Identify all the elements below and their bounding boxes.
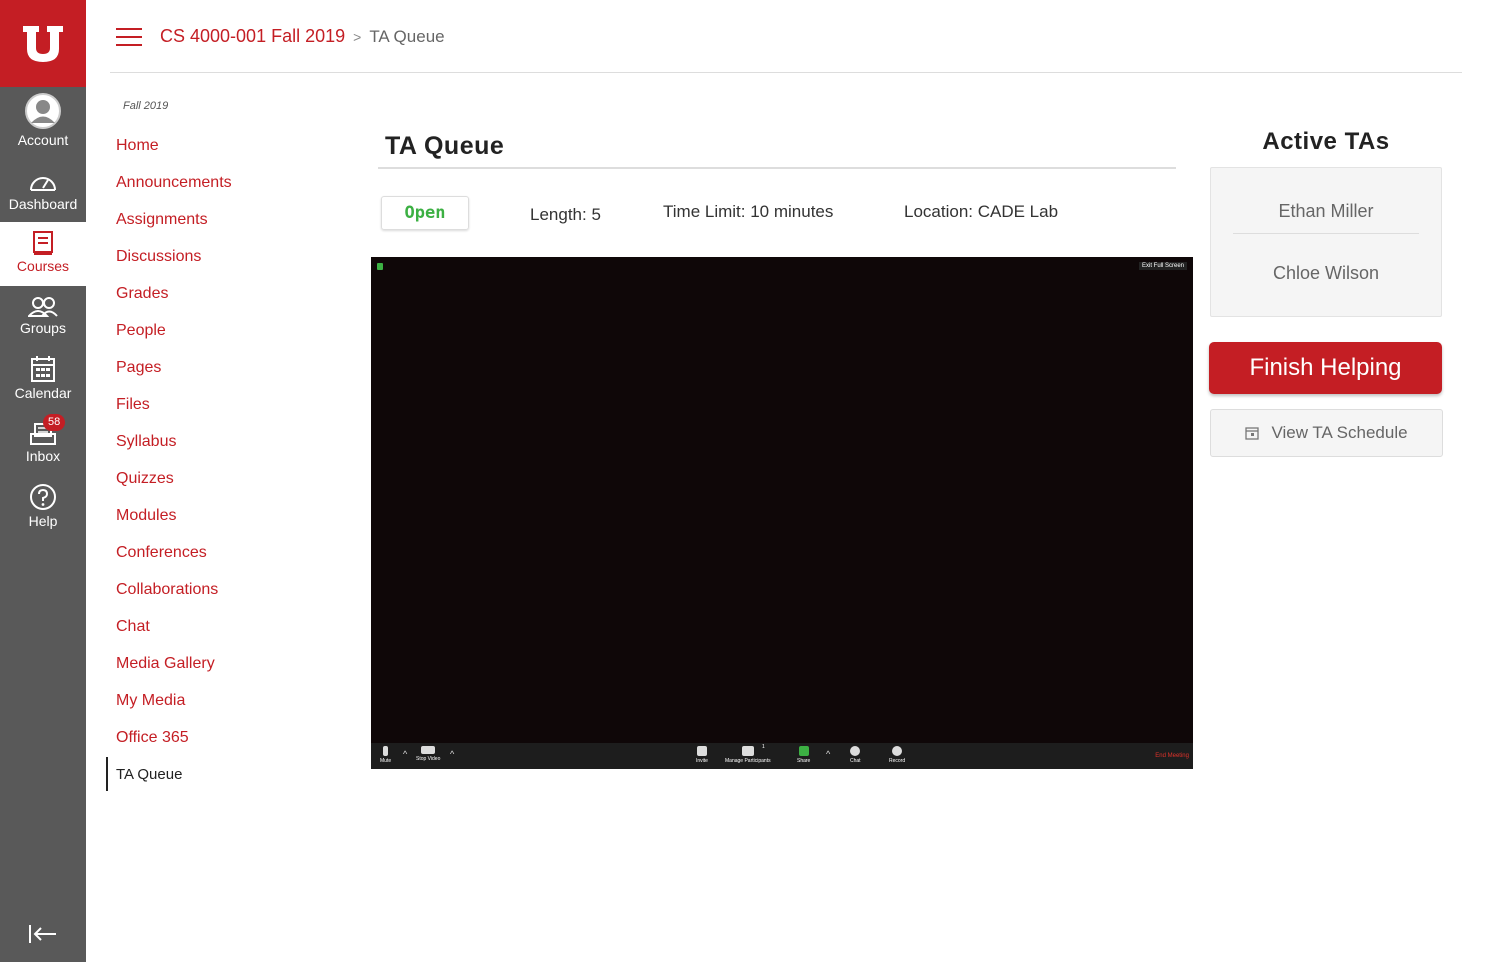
active-ta-list: Ethan Miller Chloe Wilson: [1210, 167, 1442, 317]
queue-location: Location: CADE Lab: [904, 202, 1059, 221]
exit-full-screen-button[interactable]: Exit Full Screen: [1138, 262, 1187, 270]
calendar-icon: [31, 356, 55, 382]
global-nav-help[interactable]: Help: [0, 483, 86, 529]
view-ta-schedule-button[interactable]: View TA Schedule: [1210, 409, 1443, 457]
queue-length: Length: 5: [530, 205, 601, 224]
video-options-caret[interactable]: ^: [450, 749, 454, 759]
global-nav-label: Groups: [20, 320, 66, 336]
ta-divider: [1233, 233, 1419, 234]
caret-up-icon: ^: [403, 749, 408, 759]
global-nav-calendar[interactable]: Calendar: [0, 355, 86, 401]
global-nav-label: Help: [28, 513, 58, 529]
global-nav-courses[interactable]: Courses: [0, 222, 86, 286]
breadcrumb-course-link[interactable]: CS 4000-001 Fall 2019: [160, 26, 345, 47]
courses-icon: [33, 231, 53, 255]
inbox-badge: 58: [43, 414, 66, 431]
global-nav-inbox[interactable]: 58 Inbox: [0, 414, 86, 464]
course-nav-discussions[interactable]: Discussions: [116, 243, 232, 280]
active-tas-heading: Active TAs: [1262, 128, 1390, 155]
encryption-lock-icon: [377, 263, 383, 270]
course-nav-syllabus[interactable]: Syllabus: [116, 428, 232, 465]
share-screen-icon: [798, 746, 809, 756]
course-nav-my-media[interactable]: My Media: [116, 687, 232, 724]
video-camera-icon: [421, 746, 436, 754]
record-label: Record: [889, 758, 906, 764]
account-icon: [25, 93, 61, 129]
chat-button[interactable]: Chat: [850, 746, 861, 764]
view-ta-schedule-label: View TA Schedule: [1271, 423, 1408, 442]
course-nav-home[interactable]: Home: [116, 132, 232, 169]
course-nav-quizzes[interactable]: Quizzes: [116, 465, 232, 502]
course-nav-announcements[interactable]: Announcements: [116, 169, 232, 206]
invite-icon: [696, 746, 707, 756]
dashboard-icon: [30, 177, 56, 191]
caret-up-icon: ^: [826, 749, 831, 759]
share-button[interactable]: Share: [797, 746, 810, 764]
groups-icon: [28, 297, 58, 317]
caret-up-icon: ^: [450, 749, 455, 759]
mute-label: Mute: [380, 758, 392, 764]
university-logo[interactable]: [0, 0, 86, 87]
course-nav-ta-queue[interactable]: TA Queue: [106, 757, 232, 798]
microphone-icon: [383, 746, 389, 756]
course-nav-office-365[interactable]: Office 365: [116, 724, 232, 761]
breadcrumb-separator-icon: >: [353, 28, 362, 45]
course-nav-media-gallery[interactable]: Media Gallery: [116, 650, 232, 687]
invite-button[interactable]: Invite: [696, 746, 708, 764]
mute-button[interactable]: Mute: [380, 746, 391, 764]
calendar-icon: [1245, 427, 1260, 440]
participants-icon: [741, 746, 754, 756]
stop-video-label: Stop Video: [416, 756, 441, 762]
header-divider: [110, 72, 1462, 73]
course-nav-modules[interactable]: Modules: [116, 502, 232, 539]
course-nav: Home Announcements Assignments Discussio…: [106, 132, 232, 798]
collapse-nav-icon[interactable]: [28, 922, 58, 946]
share-options-caret[interactable]: ^: [826, 749, 830, 759]
record-icon: [892, 746, 903, 756]
share-label: Share: [797, 758, 811, 764]
course-term: Fall 2019: [123, 100, 169, 112]
hamburger-menu-icon[interactable]: [116, 28, 142, 48]
breadcrumb-current: TA Queue: [369, 26, 445, 46]
course-nav-assignments[interactable]: Assignments: [116, 206, 232, 243]
course-nav-files[interactable]: Files: [116, 391, 232, 428]
course-nav-grades[interactable]: Grades: [116, 280, 232, 317]
breadcrumb: CS 4000-001 Fall 2019 > TA Queue: [160, 26, 445, 47]
participants-count: 1: [762, 744, 765, 750]
video-call-window[interactable]: Exit Full Screen Mute ^ Stop Video ^ Inv…: [371, 257, 1193, 769]
stop-video-button[interactable]: Stop Video: [416, 746, 440, 762]
invite-label: Invite: [696, 758, 708, 764]
video-toolbar: Mute ^ Stop Video ^ Invite Manage Partic…: [371, 743, 1193, 769]
global-nav-groups[interactable]: Groups: [0, 296, 86, 336]
title-divider: [378, 167, 1176, 169]
global-nav: Account Dashboard Courses Groups Calenda…: [0, 0, 86, 962]
global-nav-label: Inbox: [25, 448, 61, 464]
course-nav-people[interactable]: People: [116, 317, 232, 354]
global-nav-dashboard[interactable]: Dashboard: [0, 170, 86, 212]
queue-time-limit: Time Limit: 10 minutes: [663, 202, 834, 221]
global-nav-label: Calendar: [14, 385, 72, 401]
global-nav-label: Account: [17, 132, 69, 148]
course-nav-pages[interactable]: Pages: [116, 354, 232, 391]
u-logo-icon: [23, 25, 63, 62]
page-title: TA Queue: [385, 132, 505, 160]
course-nav-collaborations[interactable]: Collaborations: [116, 576, 232, 613]
global-nav-label: Courses: [16, 258, 70, 274]
audio-options-caret[interactable]: ^: [403, 749, 407, 759]
course-nav-chat[interactable]: Chat: [116, 613, 232, 650]
end-meeting-button[interactable]: End Meeting: [1155, 753, 1189, 759]
record-button[interactable]: Record: [889, 746, 905, 764]
ta-list-item: Chloe Wilson: [1272, 263, 1380, 283]
queue-status-badge: Open: [381, 196, 469, 230]
help-icon: [30, 484, 56, 510]
chat-bubble-icon: [850, 746, 861, 756]
course-nav-conferences[interactable]: Conferences: [116, 539, 232, 576]
chat-label: Chat: [850, 758, 861, 764]
finish-helping-button[interactable]: Finish Helping: [1209, 342, 1442, 394]
global-nav-account[interactable]: Account: [0, 92, 86, 148]
manage-participants-label: Manage Participants: [725, 758, 771, 764]
ta-list-item: Ethan Miller: [1278, 201, 1374, 221]
global-nav-label: Dashboard: [8, 196, 78, 212]
